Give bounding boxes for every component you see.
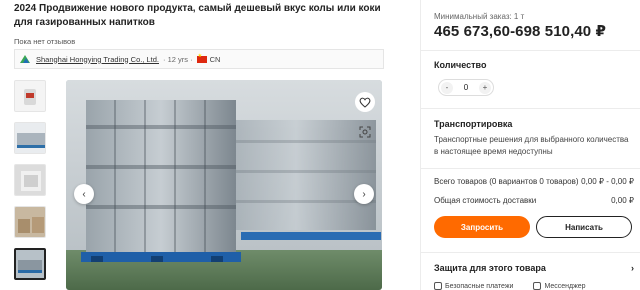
prev-image-button[interactable]: ‹ bbox=[74, 184, 94, 204]
product-title: 2024 Продвижение нового продукта, самый … bbox=[14, 3, 381, 28]
order-panel: Минимальный заказ: 1 т 465 673,60-698 51… bbox=[420, 0, 640, 290]
next-image-button[interactable]: › bbox=[354, 184, 374, 204]
main-product-image[interactable]: ‹ › bbox=[66, 80, 382, 290]
quantity-increase-button[interactable]: + bbox=[478, 81, 491, 94]
heart-icon bbox=[359, 97, 371, 108]
shield-icon bbox=[434, 282, 442, 290]
divider bbox=[421, 50, 640, 51]
quantity-label: Количество bbox=[434, 60, 487, 70]
favorite-button[interactable] bbox=[355, 92, 375, 112]
write-button[interactable]: Написать bbox=[536, 216, 632, 238]
thumbnail-2[interactable] bbox=[14, 122, 46, 154]
quantity-decrease-button[interactable]: - bbox=[441, 81, 453, 94]
thumbnail-4[interactable] bbox=[14, 206, 46, 238]
divider bbox=[421, 108, 640, 109]
request-button[interactable]: Запросить bbox=[434, 216, 530, 238]
secure-payment-label: Безопасные платежи bbox=[445, 282, 514, 290]
quantity-stepper: - 0 + bbox=[438, 79, 494, 96]
product-left-column: 2024 Продвижение нового продукта, самый … bbox=[0, 0, 420, 290]
supplier-logo-icon bbox=[20, 55, 30, 63]
thumbnail-1[interactable] bbox=[14, 80, 46, 112]
quantity-value[interactable]: 0 bbox=[464, 83, 468, 92]
supplier-name-link[interactable]: Shanghai Hongying Trading Co., Ltd. bbox=[36, 55, 159, 64]
reviews-status: Пока нет отзывов bbox=[14, 37, 76, 46]
price-range: 465 673,60-698 510,40 ₽ bbox=[434, 23, 607, 40]
shipping-cost-label: Общая стоимость доставки bbox=[434, 196, 537, 205]
divider bbox=[421, 252, 640, 253]
total-label: Всего товаров (0 вариантов 0 товаров) bbox=[434, 177, 579, 186]
shipping-cost-row: Общая стоимость доставки 0,00 ₽ bbox=[434, 196, 634, 205]
protection-label: Защита для этого товара bbox=[434, 263, 546, 273]
chat-icon bbox=[533, 282, 542, 290]
supplier-years: · 12 yrs · bbox=[163, 54, 193, 64]
messenger-item: Мессенджер bbox=[533, 282, 586, 290]
china-flag-icon bbox=[196, 53, 207, 63]
warehouse-image bbox=[66, 80, 382, 290]
supplier-bar: Shanghai Hongying Trading Co., Ltd. · 12… bbox=[14, 49, 384, 69]
secure-payment-item: Безопасные платежи bbox=[434, 282, 513, 290]
thumbnail-3[interactable] bbox=[14, 164, 46, 196]
shipping-cost-value: 0,00 ₽ bbox=[611, 196, 634, 205]
chevron-left-icon: ‹ bbox=[82, 188, 86, 200]
protection-row[interactable]: Защита для этого товара › bbox=[434, 263, 634, 273]
divider bbox=[421, 168, 640, 169]
thumbnail-list bbox=[14, 80, 48, 290]
thumbnail-5-active[interactable] bbox=[14, 248, 46, 280]
chevron-right-icon: › bbox=[362, 188, 366, 200]
total-row: Всего товаров (0 вариантов 0 товаров) 0,… bbox=[434, 177, 634, 186]
image-search-button[interactable] bbox=[356, 123, 374, 141]
total-value: 0,00 ₽ - 0,00 ₽ bbox=[581, 177, 634, 186]
min-order: Минимальный заказ: 1 т bbox=[434, 12, 525, 21]
protection-features: Безопасные платежи Мессенджер bbox=[434, 282, 586, 290]
shipping-label: Транспортировка bbox=[434, 119, 513, 129]
messenger-label: Мессенджер bbox=[544, 282, 586, 290]
scan-icon bbox=[359, 126, 371, 138]
chevron-right-icon: › bbox=[631, 263, 634, 273]
supplier-country: CN bbox=[209, 54, 221, 64]
shipping-text: Транспортные решения для выбранного коли… bbox=[434, 135, 629, 156]
